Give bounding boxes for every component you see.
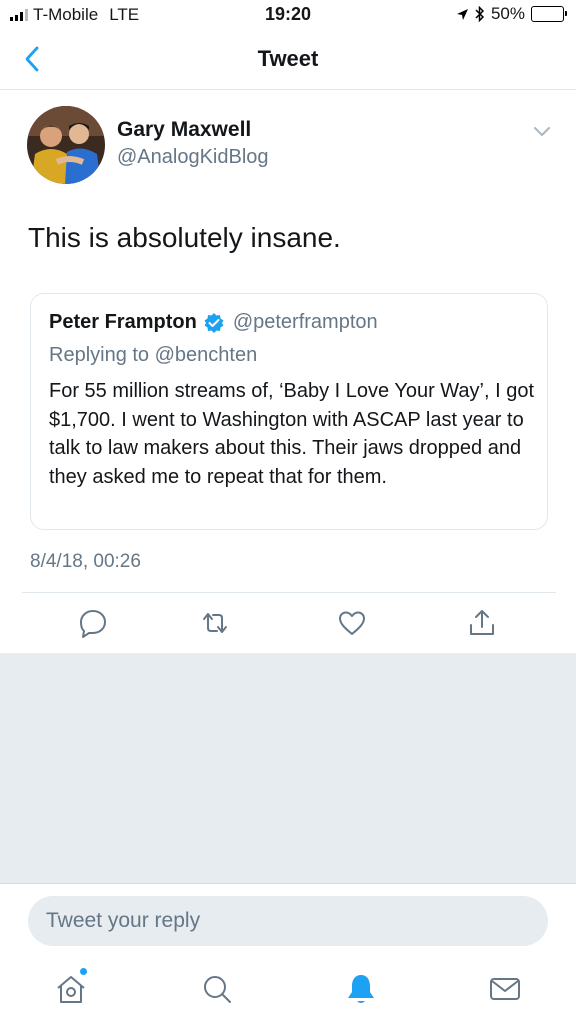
quoted-header: Peter Frampton @peterframpton [49, 311, 378, 334]
chevron-down-icon[interactable] [532, 124, 552, 138]
notifications-icon[interactable] [343, 971, 379, 1007]
avatar[interactable] [27, 106, 105, 184]
tab-bar [0, 957, 576, 1024]
quoted-text: For 55 million streams of, ‘Baby I Love … [49, 380, 535, 488]
quoted-author-handle: @peterframpton [232, 311, 378, 333]
nav-bar: Tweet [0, 30, 576, 90]
status-right: 50% [456, 4, 567, 24]
page-title: Tweet [257, 46, 319, 71]
retweet-icon[interactable] [200, 608, 230, 638]
location-icon [456, 8, 468, 20]
divider [22, 592, 556, 593]
bluetooth-icon [475, 6, 485, 22]
messages-icon[interactable] [487, 971, 523, 1007]
home-icon[interactable] [53, 971, 89, 1007]
reply-input[interactable] [28, 896, 548, 946]
reply-bar [0, 883, 576, 957]
battery-percent: 50% [490, 4, 525, 23]
status-bar: T-Mobile LTE 19:20 50% [0, 0, 576, 30]
author-handle[interactable]: @AnalogKidBlog [117, 146, 269, 169]
quoted-author-name: Peter Frampton [49, 311, 197, 333]
author-name[interactable]: Gary Maxwell [117, 118, 251, 142]
quoted-tweet[interactable]: Peter Frampton @peterframpton Replying t… [30, 293, 548, 530]
battery-icon [531, 6, 567, 22]
replying-to: Replying to @benchten [49, 344, 258, 366]
tweet-text: This is absolutely insane. [28, 222, 341, 253]
reply-icon[interactable] [78, 608, 108, 638]
like-icon[interactable] [337, 608, 367, 638]
action-bar [0, 608, 576, 638]
timestamp: 8/4/18, 00:26 [30, 551, 141, 572]
empty-replies-area [0, 653, 576, 883]
search-icon[interactable] [199, 971, 235, 1007]
share-icon[interactable] [467, 608, 497, 638]
verified-badge-icon [204, 312, 224, 333]
home-notification-dot [80, 968, 87, 975]
